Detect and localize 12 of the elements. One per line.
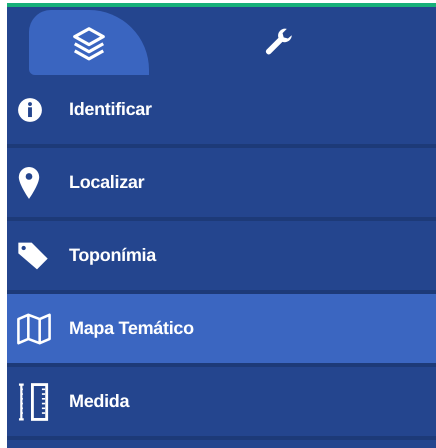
menu-label: Medida — [69, 391, 130, 412]
menu-label: Localizar — [69, 172, 144, 193]
menu-item[interactable]: Mapa Temático — [7, 294, 436, 367]
tag-icon — [17, 240, 49, 270]
menu-label: Toponímia — [69, 245, 156, 266]
map-icon — [17, 312, 51, 344]
info-icon — [17, 96, 43, 122]
menu-label: Identificar — [69, 99, 152, 120]
map-pin-icon — [17, 166, 41, 198]
panel-tab[interactable] — [29, 10, 149, 75]
menu-label: Mapa Temático — [69, 318, 194, 339]
ruler-icon — [17, 382, 51, 420]
